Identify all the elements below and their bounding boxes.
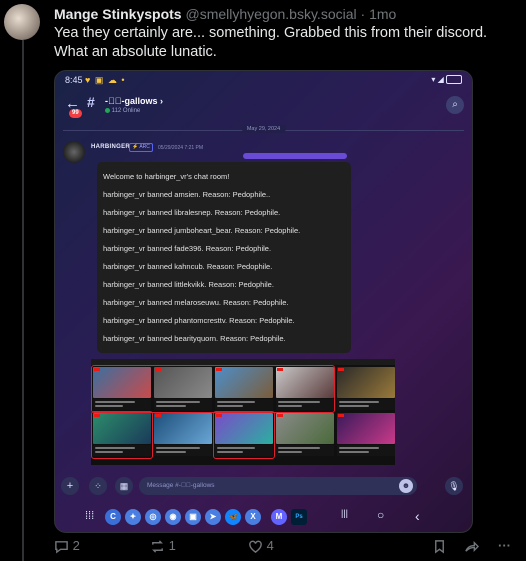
post-text-line: Yea they certainly are... something. Gra… (54, 25, 488, 41)
chat-line: harbinger_vr banned jumboheart_bear. Rea… (103, 226, 301, 235)
microphone-icon[interactable]: 🎙 (445, 477, 463, 495)
online-count: 112 Online (105, 108, 140, 114)
display-name[interactable]: Mange Stinkyspots (54, 6, 182, 22)
stream-caption (337, 445, 395, 456)
battery-icon: ▾ ◢ (431, 75, 462, 85)
app-icon[interactable]: 🦋 (225, 509, 241, 525)
search-icon[interactable]: ⌕ (446, 96, 464, 114)
reply-count: 2 (72, 538, 80, 553)
chat-line: harbinger_vr banned libralesnep. Reason:… (103, 208, 281, 217)
gift-icon[interactable]: ▦ (115, 477, 133, 495)
chat-line: harbinger_vr banned amsien. Reason: Pedo… (103, 190, 271, 199)
app-drawer-icon[interactable]: ⁞⁞⁞ (85, 510, 94, 522)
stream-caption (276, 445, 334, 456)
app-icon[interactable]: M (271, 509, 287, 525)
avatar[interactable] (4, 4, 40, 40)
post-header: Mange Stinkyspots @smellyhyegon.bsky.soc… (54, 6, 396, 22)
status-time: 8:45 (65, 75, 83, 85)
unread-badge: 99 (69, 109, 82, 118)
message-avatar[interactable] (63, 141, 85, 163)
chat-line: Welcome to harbinger_vr's chat room! (103, 172, 230, 181)
role-tag: ⚡ ARC (129, 143, 153, 152)
app-icon[interactable]: ✦ (125, 509, 141, 525)
message-input-bar: + ⁘ ▦ Message #-᭄᷼-gallows ☻ 🎙 (55, 475, 472, 497)
date-separator: May 29, 2024 (55, 125, 472, 135)
handle[interactable]: @smellyhyegon.bsky.social (185, 6, 356, 22)
highlight-box (91, 411, 153, 459)
post-text-line: What an absolute lunatic. (54, 44, 217, 60)
date-separator-label: May 29, 2024 (241, 125, 286, 133)
apps-icon[interactable]: ⁘ (89, 477, 107, 495)
chat-line: harbinger_vr banned fade396. Reason: Ped… (103, 244, 272, 253)
status-bar: 8:45 ♥ ▣ ☁ • ▾ ◢ (55, 71, 472, 89)
repost-button[interactable]: 1 (150, 538, 176, 554)
back-button[interactable]: ‹ (415, 508, 420, 524)
chat-log-image: Welcome to harbinger_vr's chat room! har… (97, 162, 351, 353)
channel-header: ← 99 # -᭄᷼-gallows › 112 Online ⌕ (55, 89, 472, 123)
message-input[interactable]: Message #-᭄᷼-gallows ☻ (139, 477, 417, 495)
like-count: 4 (266, 538, 274, 553)
share-icon (465, 541, 480, 553)
chat-line: harbinger_vr banned bearityquorn. Reason… (103, 334, 286, 343)
stream-thumbnail (276, 413, 334, 444)
online-dot-icon (105, 108, 110, 113)
heart-icon (249, 540, 262, 554)
stream-thumbnail (337, 413, 395, 444)
stream-thumbnail (337, 367, 395, 398)
status-icons: ♥ ▣ ☁ • (85, 75, 126, 85)
app-icon[interactable]: ◉ (165, 509, 181, 525)
bookmark-icon (435, 540, 444, 554)
highlight-box (213, 411, 275, 459)
attached-screenshot[interactable]: 8:45 ♥ ▣ ☁ • ▾ ◢ ← 99 # -᭄᷼-gallows › 11… (54, 70, 473, 533)
message-input-placeholder: Message #-᭄᷼-gallows (147, 482, 215, 489)
more-options-icon[interactable]: ··· (498, 538, 511, 553)
app-icon[interactable]: C (105, 509, 121, 525)
app-icon[interactable]: ◎ (145, 509, 161, 525)
hash-icon: # (87, 94, 95, 110)
stream-caption (337, 399, 395, 410)
app-icon[interactable]: ➤ (205, 509, 221, 525)
post-time[interactable]: 1mo (369, 6, 396, 22)
chat-line: harbinger_vr banned melaroseuwu. Reason:… (103, 298, 289, 307)
stream-caption (154, 445, 212, 456)
bookmark-button[interactable] (432, 538, 447, 554)
reply-button[interactable]: 2 (54, 538, 80, 554)
message-timestamp: 05/29/2024 7:21 PM (158, 145, 204, 151)
online-text: 112 Online (111, 108, 141, 115)
highlight-box (91, 365, 335, 413)
plus-icon[interactable]: + (61, 477, 79, 495)
post-actions: 2 1 4 ··· (54, 538, 514, 558)
recents-button[interactable]: ||| (341, 508, 348, 518)
reply-icon (55, 541, 68, 554)
share-button[interactable] (464, 538, 480, 554)
repost-icon (152, 540, 163, 553)
home-button[interactable]: ○ (377, 508, 384, 522)
chat-line: harbinger_vr banned phantomcresttv. Reas… (103, 316, 295, 325)
emoji-icon[interactable]: ☻ (399, 479, 413, 493)
app-icon[interactable]: Ps (291, 509, 307, 525)
android-nav-bar: ⁞⁞⁞ C ✦ ◎ ◉ ▣ ➤ 🦋 X M Ps ||| ○ ‹ (55, 505, 472, 529)
like-button[interactable]: 4 (248, 538, 274, 554)
repost-count: 1 (168, 538, 176, 553)
app-icon[interactable]: X (245, 509, 261, 525)
message-author[interactable]: HARBINGER (91, 144, 130, 150)
post-text: Yea they certainly are... something. Gra… (54, 24, 514, 62)
embed-accent-bar (243, 153, 347, 159)
app-icon[interactable]: ▣ (185, 509, 201, 525)
channel-name[interactable]: -᭄᷼-gallows › (105, 96, 163, 106)
stream-thumbnail (154, 413, 212, 444)
stream-grid-image (91, 359, 395, 465)
chat-line: harbinger_vr banned kahncub. Reason: Ped… (103, 262, 273, 271)
thread-line (22, 40, 24, 561)
chat-line: harbinger_vr banned littlekvikk. Reason:… (103, 280, 274, 289)
separator: · (360, 6, 366, 22)
